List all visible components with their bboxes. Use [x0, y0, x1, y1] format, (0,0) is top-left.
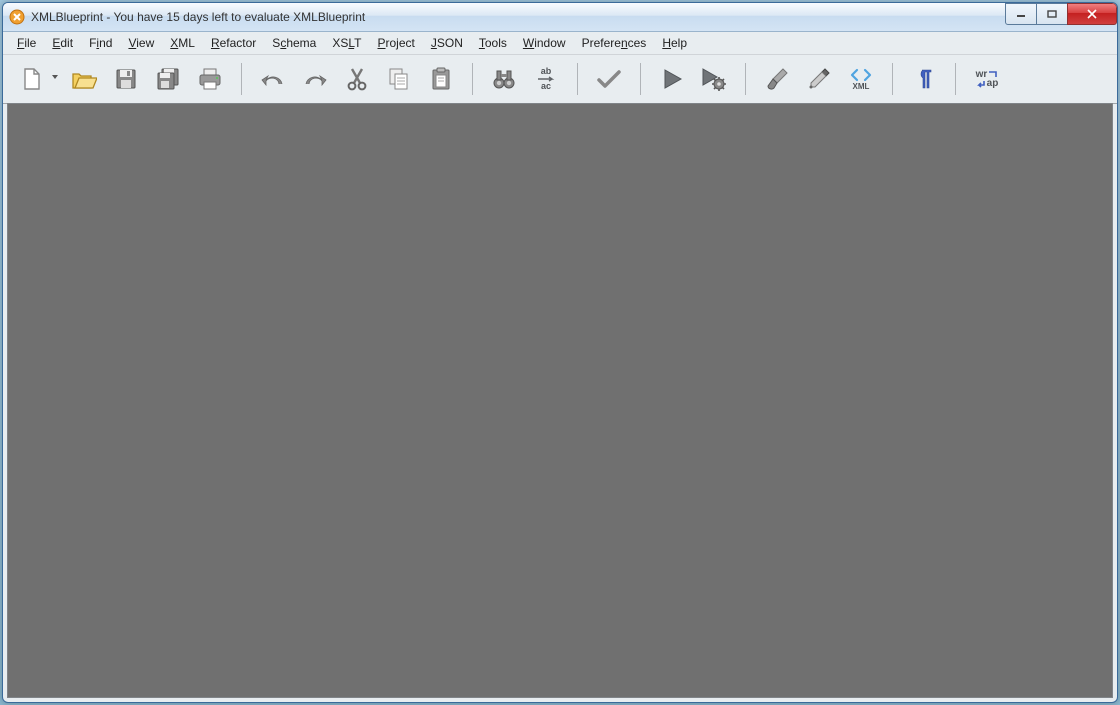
app-window: XMLBlueprint - You have 15 days left to … [2, 2, 1118, 703]
minimize-button[interactable] [1005, 3, 1037, 25]
run-button[interactable] [653, 60, 691, 98]
menu-edit[interactable]: Edit [44, 34, 81, 52]
new-button[interactable] [13, 60, 51, 98]
menu-preferences[interactable]: Preferences [574, 34, 655, 52]
find-button[interactable] [485, 60, 523, 98]
window-controls [1006, 3, 1117, 23]
toolbar-separator [640, 63, 641, 95]
play-icon [661, 68, 683, 90]
copy-button[interactable] [380, 60, 418, 98]
toolbar-separator [472, 63, 473, 95]
xml-button[interactable]: XML [842, 60, 880, 98]
menu-find[interactable]: Find [81, 34, 120, 52]
dropdown-arrow-icon [52, 75, 58, 79]
run-config-button[interactable] [695, 60, 733, 98]
eyedropper-icon [807, 67, 831, 91]
menu-xslt[interactable]: XSLT [324, 34, 369, 52]
menubar: File Edit Find View XML Refactor Schema … [3, 32, 1117, 55]
undo-button[interactable] [254, 60, 292, 98]
toolbar-separator [577, 63, 578, 95]
print-button[interactable] [191, 60, 229, 98]
menu-file[interactable]: File [9, 34, 44, 52]
menu-view[interactable]: View [120, 34, 162, 52]
wrap-icon: wr ap [976, 70, 999, 88]
color-picker-button[interactable] [800, 60, 838, 98]
save-all-icon [156, 67, 180, 91]
menu-help[interactable]: Help [654, 34, 695, 52]
menu-json[interactable]: JSON [423, 34, 471, 52]
window-title: XMLBlueprint - You have 15 days left to … [31, 10, 1006, 24]
format-button[interactable] [758, 60, 796, 98]
binoculars-icon [492, 68, 516, 90]
menu-tools[interactable]: Tools [471, 34, 515, 52]
toolbar-separator [241, 63, 242, 95]
open-button[interactable] [65, 60, 103, 98]
checkmark-icon [596, 68, 622, 90]
titlebar[interactable]: XMLBlueprint - You have 15 days left to … [3, 3, 1117, 32]
save-button[interactable] [107, 60, 145, 98]
toolbar-separator [955, 63, 956, 95]
toolbar: ab ac [3, 55, 1117, 104]
redo-icon [302, 70, 328, 88]
brush-icon [765, 67, 789, 91]
copy-icon [388, 67, 410, 91]
word-wrap-button[interactable]: wr ap [968, 60, 1006, 98]
undo-icon [260, 70, 286, 88]
menu-schema[interactable]: Schema [264, 34, 324, 52]
toolbar-separator [745, 63, 746, 95]
save-all-button[interactable] [149, 60, 187, 98]
app-icon [9, 9, 25, 25]
save-icon [115, 68, 137, 90]
workspace-area [7, 103, 1113, 698]
maximize-button[interactable] [1036, 3, 1068, 25]
play-gear-icon [701, 67, 727, 91]
paste-icon [430, 67, 452, 91]
print-icon [198, 68, 222, 90]
pilcrow-icon [914, 67, 934, 91]
menu-window[interactable]: Window [515, 34, 574, 52]
replace-icon: ab ac [536, 67, 556, 91]
show-whitespace-button[interactable] [905, 60, 943, 98]
toolbar-separator [892, 63, 893, 95]
paste-button[interactable] [422, 60, 460, 98]
open-folder-icon [71, 68, 97, 90]
xml-icon: XML [850, 68, 872, 91]
cut-button[interactable] [338, 60, 376, 98]
menu-project[interactable]: Project [370, 34, 423, 52]
redo-button[interactable] [296, 60, 334, 98]
menu-xml[interactable]: XML [162, 34, 203, 52]
new-file-icon [20, 67, 44, 91]
cut-icon [346, 67, 368, 91]
replace-button[interactable]: ab ac [527, 60, 565, 98]
close-button[interactable] [1067, 3, 1117, 25]
validate-button[interactable] [590, 60, 628, 98]
menu-refactor[interactable]: Refactor [203, 34, 264, 52]
